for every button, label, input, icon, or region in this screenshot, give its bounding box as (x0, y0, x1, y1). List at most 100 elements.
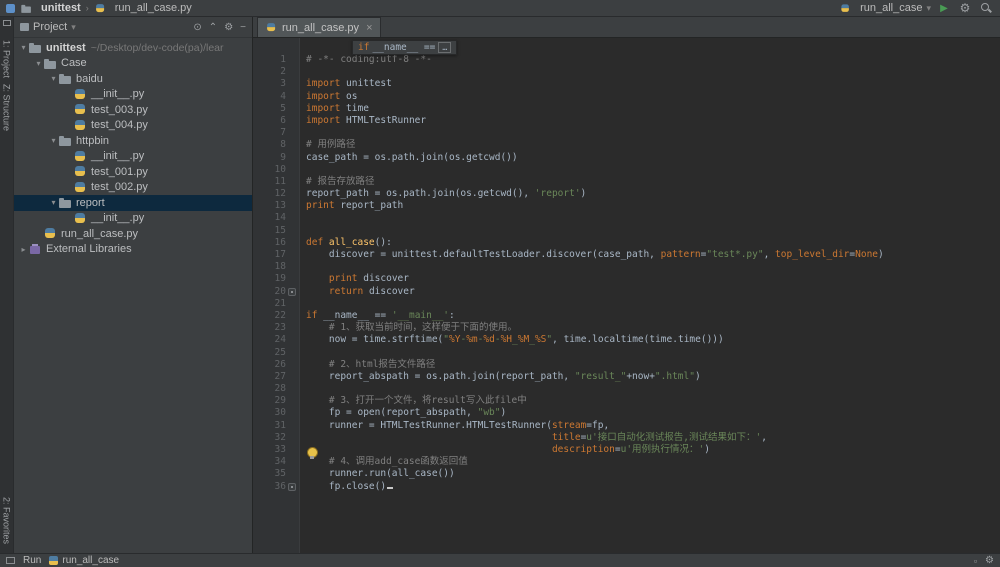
code-line[interactable]: fp = open(report_abspath, "wb") (306, 407, 1000, 419)
code-line[interactable] (306, 164, 1000, 176)
tree-item-label: __init__.py (91, 212, 145, 225)
code-line[interactable]: description=u'用例执行情况：') (306, 444, 1000, 456)
tree-item-case[interactable]: ▾ Case (14, 56, 252, 72)
tree-item-baidu[interactable]: ▾ baidu (14, 71, 252, 87)
code-line[interactable] (306, 383, 1000, 395)
chevron-down-icon[interactable]: ▾ (48, 198, 59, 207)
run-configuration-select[interactable]: run_all_case ▾ (839, 2, 931, 15)
tree-item-unittest[interactable]: ▾ unittest ~/Desktop/dev-code(pa)/lear (14, 40, 252, 56)
code-area[interactable]: if __name__ == … # -*- coding:utf-8 -*- i… (300, 38, 1000, 553)
close-icon[interactable]: × (366, 22, 372, 34)
code-line[interactable]: import HTMLTestRunner (306, 115, 1000, 127)
code-line[interactable]: title=u'接口自动化测试报告,测试结果如下：', (306, 432, 1000, 444)
event-log-icon[interactable]: ▫ (974, 556, 977, 566)
code-line[interactable] (306, 347, 1000, 359)
code-line[interactable]: # 2、html报告文件路径 (306, 359, 1000, 371)
tool-window-button-2-favorites[interactable]: 2: Favorites (2, 497, 12, 544)
code-line[interactable]: # 1、获取当前时间，这样便于下面的使用。 (306, 322, 1000, 334)
intention-bulb-icon[interactable] (307, 446, 318, 460)
context-more-icon: … (438, 42, 452, 53)
statusbar-gear-icon[interactable]: ⚙ (985, 555, 994, 567)
tree-item-test-004-py[interactable]: test_004.py (14, 118, 252, 134)
code-line[interactable]: import unittest (306, 78, 1000, 90)
context-breadcrumb[interactable]: if __name__ == … (352, 40, 458, 55)
run-button[interactable]: ▶ (936, 1, 952, 15)
tree-item-init-py[interactable]: __init__.py (14, 149, 252, 165)
line-number: 17 (274, 249, 286, 260)
code-line[interactable]: # -*- coding:utf-8 -*- (306, 54, 1000, 66)
code-line[interactable]: now = time.strftime("%Y-%m-%d-%H_%M_%S",… (306, 334, 1000, 346)
code-line[interactable]: import time (306, 103, 1000, 115)
breadcrumb-project[interactable]: unittest (41, 2, 81, 14)
line-number: 14 (274, 212, 286, 224)
line-number: 10 (274, 163, 286, 175)
code-line[interactable] (306, 298, 1000, 310)
collapse-all-icon[interactable]: ⌃ (209, 22, 217, 33)
code-line[interactable] (306, 66, 1000, 78)
code-line[interactable]: # 用例路径 (306, 139, 1000, 151)
line-number: 28 (274, 383, 286, 395)
tree-item-init-py[interactable]: __init__.py (14, 87, 252, 103)
tree-item-run-all-case-py[interactable]: run_all_case.py (14, 226, 252, 242)
line-number: 23 (274, 322, 286, 334)
chevron-down-icon[interactable]: ▾ (33, 59, 44, 68)
python-file-icon (44, 227, 57, 240)
code-line[interactable]: report_path = os.path.join(os.getcwd(), … (306, 188, 1000, 200)
tree-item-init-py[interactable]: __init__.py (14, 211, 252, 227)
line-number: 4 (280, 90, 286, 102)
run-tool-window-button[interactable]: Run (23, 555, 41, 566)
line-number: 5 (280, 102, 286, 114)
code-line[interactable]: case_path = os.path.join(os.getcwd()) (306, 152, 1000, 164)
code-line[interactable]: runner.run(all_case()) (306, 468, 1000, 480)
panel-settings-gear-icon[interactable]: ⚙ (224, 22, 233, 33)
code-line[interactable]: # 4、调用add_case函数返回值 (306, 456, 1000, 468)
chevron-down-icon[interactable]: ▾ (48, 136, 59, 145)
tree-item-httpbin[interactable]: ▾ httpbin (14, 133, 252, 149)
code-line[interactable] (306, 261, 1000, 273)
tree-item-label: __init__.py (91, 150, 145, 163)
project-folder-icon (21, 3, 31, 13)
chevron-down-icon[interactable]: ▾ (18, 43, 29, 52)
code-line[interactable] (306, 127, 1000, 139)
tree-item-test-002-py[interactable]: test_002.py (14, 180, 252, 196)
code-line[interactable] (306, 225, 1000, 237)
toolwindow-switcher-icon[interactable] (6, 557, 15, 564)
code-line[interactable]: return discover (306, 286, 1000, 298)
line-number: 7 (280, 127, 286, 139)
code-line[interactable]: report_abspath = os.path.join(report_pat… (306, 371, 1000, 383)
code-line[interactable]: # 报告存放路径 (306, 176, 1000, 188)
chevron-right-icon[interactable]: ▸ (18, 245, 29, 254)
library-icon (29, 243, 42, 256)
code-line[interactable]: print report_path (306, 200, 1000, 212)
chevron-down-icon[interactable]: ▾ (71, 22, 76, 33)
tree-item-test-001-py[interactable]: test_001.py (14, 164, 252, 180)
locate-icon[interactable]: ⊙ (193, 22, 201, 33)
tool-window-button-1-project[interactable]: 1: Project (2, 40, 12, 78)
code-line[interactable]: # 3、打开一个文件，将result写入此file中 (306, 395, 1000, 407)
code-line[interactable]: fp.close() (306, 481, 1000, 493)
code-line[interactable]: if __name__ == '__main__': (306, 310, 1000, 322)
code-line[interactable]: discover = unittest.defaultTestLoader.di… (306, 249, 1000, 261)
tree-item-report[interactable]: ▾ report (14, 195, 252, 211)
editor-tab-run-all-case[interactable]: run_all_case.py × (257, 17, 381, 37)
run-process-tab[interactable]: run_all_case (49, 555, 119, 566)
breadcrumb-file[interactable]: run_all_case.py (115, 2, 192, 14)
chevron-down-icon[interactable]: ▾ (48, 74, 59, 83)
project-view-selector[interactable]: Project (33, 21, 67, 33)
fold-marker-icon[interactable] (288, 483, 296, 491)
fold-marker-icon[interactable] (288, 287, 296, 296)
tree-item-external-libraries[interactable]: ▸ External Libraries (14, 242, 252, 258)
tool-window-button-z-structure[interactable]: Z: Structure (2, 84, 12, 131)
search-button[interactable] (978, 1, 994, 15)
code-line[interactable]: import os (306, 91, 1000, 103)
line-number: 1 (280, 54, 286, 65)
settings-gear-icon[interactable]: ⚙ (957, 1, 973, 15)
editor-tab-bar: run_all_case.py × (253, 17, 1000, 38)
code-line[interactable] (306, 212, 1000, 224)
hide-panel-icon[interactable]: − (240, 22, 246, 33)
code-line[interactable]: def all_case(): (306, 237, 1000, 249)
code-line[interactable]: print discover (306, 273, 1000, 285)
toolwindow-switcher-icon[interactable] (2, 20, 11, 26)
tree-item-test-003-py[interactable]: test_003.py (14, 102, 252, 118)
code-line[interactable]: runner = HTMLTestRunner.HTMLTestRunner(s… (306, 420, 1000, 432)
